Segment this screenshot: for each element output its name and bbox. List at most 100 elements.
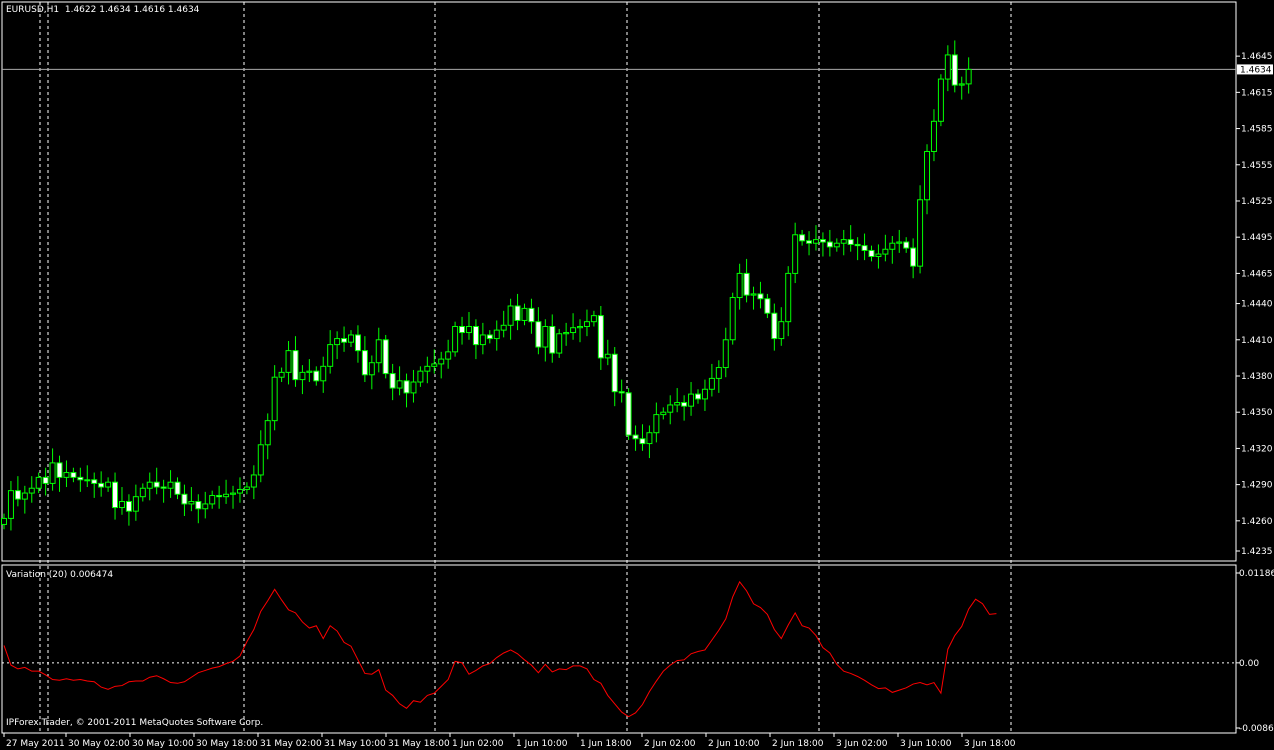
candle-body [639, 438, 646, 445]
candle-body [63, 472, 70, 478]
candle-body [521, 307, 528, 321]
price-tick-label: 1.4290 [1241, 481, 1273, 491]
candle-body [285, 350, 292, 373]
candle-body [757, 293, 764, 300]
candle-body [236, 488, 243, 494]
candle-body [743, 272, 750, 296]
candle-body [167, 481, 174, 489]
candle-body [937, 78, 944, 122]
candle-body [847, 239, 854, 245]
price-tick-label: 1.4410 [1241, 336, 1273, 346]
candle-body [840, 239, 847, 244]
candle-body [445, 351, 452, 360]
candle-body [452, 326, 459, 353]
candle-body [556, 333, 563, 354]
candle-body [70, 472, 77, 478]
candle-body [507, 305, 514, 326]
candle-body [625, 392, 632, 436]
candle-body [736, 272, 743, 299]
candle-body [250, 474, 257, 488]
candle-body [188, 501, 195, 505]
candle-body [112, 481, 119, 509]
candle-body [230, 492, 237, 495]
candle-body [56, 462, 63, 478]
candle-body [806, 240, 813, 244]
candle-body [14, 490, 21, 500]
time-tick-label: 3 Jun 10:00 [900, 739, 952, 749]
candle-body [195, 501, 202, 510]
candle-body [868, 249, 875, 257]
candle-body [299, 371, 306, 381]
price-tick-label: 1.4645 [1241, 52, 1273, 62]
candle-body [570, 327, 577, 334]
candle-body [146, 481, 153, 489]
candle-body [597, 315, 604, 359]
price-tick-label: 1.4495 [1241, 233, 1273, 243]
candle-body [799, 234, 806, 242]
candle-body [910, 247, 917, 267]
price-tick-label: 1.4260 [1241, 517, 1273, 527]
candle-body [139, 487, 146, 498]
candle-body [382, 339, 389, 375]
candle-body [951, 54, 958, 86]
candle-body [889, 242, 896, 250]
candle-body [264, 420, 271, 446]
time-tick-label: 30 May 18:00 [196, 739, 258, 749]
candle-body [243, 486, 250, 490]
price-tick-label: 1.4585 [1241, 125, 1273, 135]
candle-body [903, 241, 910, 249]
candle-body [500, 324, 507, 331]
candle-body [493, 329, 500, 340]
candle-body [681, 402, 688, 407]
time-tick-label: 2 Jun 18:00 [772, 739, 824, 749]
candle-body [7, 490, 14, 519]
candle-body [924, 150, 931, 201]
price-tick-label: 1.4380 [1241, 372, 1273, 382]
candle-body [930, 120, 937, 152]
candle-body [667, 404, 674, 413]
candle-body [778, 321, 785, 340]
candle-body [812, 239, 819, 244]
current-price-label: 1.4634 [1240, 65, 1272, 75]
candle-body [750, 293, 757, 296]
candle-body [202, 503, 209, 510]
candle-body [348, 334, 354, 343]
candle-body [361, 350, 368, 376]
indicator-tick-label: 0.00 [1239, 659, 1259, 669]
price-tick-label: 1.4525 [1241, 197, 1273, 207]
candle-body [861, 245, 868, 251]
time-tick-label: 1 Jun 18:00 [580, 739, 632, 749]
candle-body [896, 241, 903, 244]
candle-body [729, 297, 736, 341]
candle-body [958, 83, 965, 86]
candle-body [785, 272, 792, 323]
candle-body [604, 353, 611, 359]
time-tick-label: 31 May 18:00 [388, 739, 450, 749]
candle-body [563, 332, 570, 335]
candle-body [125, 501, 132, 512]
ohlc-readout: 1.4622 1.4634 1.4616 1.4634 [64, 5, 200, 15]
candle-body [271, 376, 278, 422]
price-tick-label: 1.4320 [1241, 444, 1273, 454]
candle-body [1, 517, 7, 525]
price-tick-label: 1.4235 [1241, 547, 1273, 557]
time-tick-label: 30 May 02:00 [68, 739, 130, 749]
candle-body [528, 307, 535, 323]
candle-body [49, 462, 56, 484]
price-tick-label: 1.4465 [1241, 269, 1273, 279]
candle-body [42, 476, 49, 484]
candle-body [542, 326, 549, 348]
time-tick-label: 2 Jun 10:00 [708, 739, 760, 749]
symbol-label: EURUSD,H1 [6, 5, 60, 15]
candle-body [320, 365, 327, 382]
time-tick-label: 1 Jun 02:00 [452, 739, 504, 749]
candle-body [660, 411, 667, 416]
candle-body [854, 243, 861, 247]
candle-body [472, 326, 479, 346]
price-chart[interactable]: 1.4645 1.4615 1.4585 1.4555 1.4525 1.4495 1.44… [0, 0, 1274, 750]
time-tick-label: 27 May 2011 [6, 739, 65, 749]
candle-body [826, 241, 833, 248]
time-tick-label: 31 May 10:00 [324, 739, 386, 749]
candle-body [209, 494, 216, 505]
candle-body [819, 239, 826, 243]
